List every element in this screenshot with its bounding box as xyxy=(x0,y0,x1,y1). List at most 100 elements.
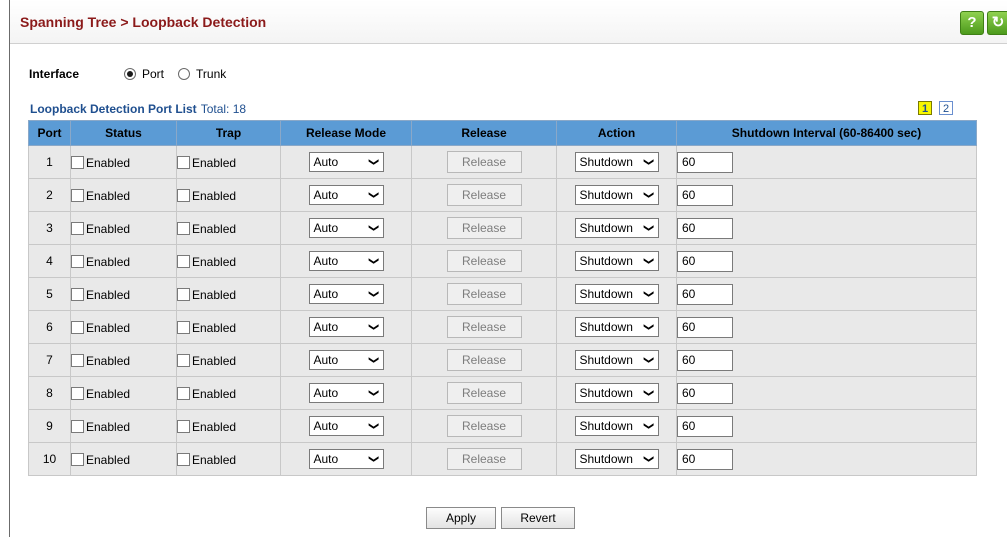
release-mode-select[interactable]: Auto ❯ xyxy=(308,383,384,403)
status-cell: Enabled xyxy=(70,343,177,377)
release-button[interactable]: Release xyxy=(446,349,522,371)
release-button[interactable]: Release xyxy=(446,415,522,437)
trap-cell: Enabled xyxy=(176,211,281,245)
trap-checkbox[interactable] xyxy=(177,419,190,433)
release-mode-select[interactable]: Auto ❯ xyxy=(308,185,384,205)
help-icon[interactable]: ? xyxy=(960,11,984,35)
refresh-icon[interactable]: ↻ xyxy=(987,11,1007,35)
trap-checkbox[interactable] xyxy=(177,320,190,334)
status-checkbox[interactable] xyxy=(71,386,84,400)
shutdown-interval-input[interactable]: 60 xyxy=(677,250,733,272)
status-checkbox[interactable] xyxy=(71,419,84,433)
trap-checkbox-label: Enabled xyxy=(192,188,237,203)
action-select[interactable]: Shutdown ❯ xyxy=(574,383,659,403)
release-button[interactable]: Release xyxy=(446,448,522,470)
release-mode-select[interactable]: Auto ❯ xyxy=(308,416,384,436)
release-cell: Release xyxy=(411,244,557,278)
trap-cell: Enabled xyxy=(176,145,281,179)
trap-checkbox[interactable] xyxy=(177,188,190,202)
shutdown-interval-input[interactable]: 60 xyxy=(677,448,733,470)
shutdown-interval-input[interactable]: 60 xyxy=(677,349,733,371)
release-mode-cell: Auto ❯ xyxy=(280,343,412,377)
action-select[interactable]: Shutdown ❯ xyxy=(574,218,659,238)
trap-checkbox[interactable] xyxy=(177,287,190,301)
shutdown-interval-input[interactable]: 60 xyxy=(677,283,733,305)
shutdown-interval-cell: 60 xyxy=(676,277,977,311)
apply-button[interactable]: Apply xyxy=(426,507,496,529)
port-cell: 2 xyxy=(28,178,71,212)
action-select[interactable]: Shutdown ❯ xyxy=(574,251,659,271)
port-radio-label: Port xyxy=(142,67,165,81)
status-checkbox-label: Enabled xyxy=(86,452,131,467)
page-2-link[interactable]: 2 xyxy=(939,101,953,115)
shutdown-interval-cell: 60 xyxy=(676,178,977,212)
page-1-link[interactable]: 1 xyxy=(918,101,932,115)
trap-checkbox[interactable] xyxy=(177,221,190,235)
port-radio[interactable] xyxy=(124,68,136,80)
action-select[interactable]: Shutdown ❯ xyxy=(574,152,659,172)
action-select[interactable]: Shutdown ❯ xyxy=(574,416,659,436)
status-checkbox[interactable] xyxy=(71,287,84,301)
release-mode-select[interactable]: Auto ❯ xyxy=(308,449,384,469)
status-checkbox[interactable] xyxy=(71,452,84,466)
status-cell: Enabled xyxy=(70,310,177,344)
release-mode-select[interactable]: Auto ❯ xyxy=(308,284,384,304)
release-cell: Release xyxy=(411,376,557,410)
chevron-down-icon: ❯ xyxy=(643,454,655,464)
release-cell: Release xyxy=(411,409,557,443)
page-left-border xyxy=(9,0,10,537)
release-button[interactable]: Release xyxy=(446,151,522,173)
form-actions: Apply Revert xyxy=(426,507,575,529)
action-select[interactable]: Shutdown ❯ xyxy=(574,284,659,304)
revert-button[interactable]: Revert xyxy=(501,507,575,529)
trap-checkbox[interactable] xyxy=(177,353,190,367)
chevron-down-icon: ❯ xyxy=(368,157,380,167)
release-cell: Release xyxy=(411,178,557,212)
status-checkbox[interactable] xyxy=(71,353,84,367)
chevron-down-icon: ❯ xyxy=(368,223,380,233)
chevron-down-icon: ❯ xyxy=(368,388,380,398)
release-mode-select[interactable]: Auto ❯ xyxy=(308,152,384,172)
shutdown-interval-input[interactable]: 60 xyxy=(677,316,733,338)
shutdown-interval-input[interactable]: 60 xyxy=(677,217,733,239)
trap-cell: Enabled xyxy=(176,442,281,476)
status-checkbox-label: Enabled xyxy=(86,188,131,203)
release-mode-cell: Auto ❯ xyxy=(280,211,412,245)
release-button[interactable]: Release xyxy=(446,184,522,206)
release-mode-select[interactable]: Auto ❯ xyxy=(308,218,384,238)
status-checkbox[interactable] xyxy=(71,221,84,235)
action-select[interactable]: Shutdown ❯ xyxy=(574,350,659,370)
col-header-release: Release xyxy=(411,120,557,146)
release-button[interactable]: Release xyxy=(446,283,522,305)
release-mode-select[interactable]: Auto ❯ xyxy=(308,251,384,271)
shutdown-interval-input[interactable]: 60 xyxy=(677,415,733,437)
release-button[interactable]: Release xyxy=(446,316,522,338)
trunk-radio[interactable] xyxy=(178,68,191,80)
shutdown-interval-input[interactable]: 60 xyxy=(677,151,733,173)
shutdown-interval-input[interactable]: 60 xyxy=(677,382,733,404)
release-button[interactable]: Release xyxy=(446,382,522,404)
status-checkbox[interactable] xyxy=(71,320,84,334)
status-checkbox[interactable] xyxy=(71,254,84,268)
action-cell: Shutdown ❯ xyxy=(556,145,677,179)
action-select[interactable]: Shutdown ❯ xyxy=(574,185,659,205)
interface-selector: Interface Port Trunk xyxy=(29,65,240,83)
action-select[interactable]: Shutdown ❯ xyxy=(574,449,659,469)
trap-checkbox[interactable] xyxy=(177,254,190,268)
trap-checkbox[interactable] xyxy=(177,386,190,400)
action-select[interactable]: Shutdown ❯ xyxy=(574,317,659,337)
trap-checkbox[interactable] xyxy=(177,155,190,169)
status-checkbox-label: Enabled xyxy=(86,155,131,170)
release-mode-select[interactable]: Auto ❯ xyxy=(308,317,384,337)
table-row: 7 Enabled Enabled Auto ❯ Release Shutdown ❯ 60 xyxy=(28,343,977,377)
action-value: Shutdown xyxy=(579,386,633,400)
release-mode-select[interactable]: Auto ❯ xyxy=(308,350,384,370)
status-checkbox[interactable] xyxy=(71,155,84,169)
action-value: Shutdown xyxy=(579,287,633,301)
trap-checkbox[interactable] xyxy=(177,452,190,466)
shutdown-interval-input[interactable]: 60 xyxy=(677,184,733,206)
release-button[interactable]: Release xyxy=(446,250,522,272)
trap-checkbox-label: Enabled xyxy=(192,452,237,467)
status-checkbox[interactable] xyxy=(71,188,84,202)
release-button[interactable]: Release xyxy=(446,217,522,239)
